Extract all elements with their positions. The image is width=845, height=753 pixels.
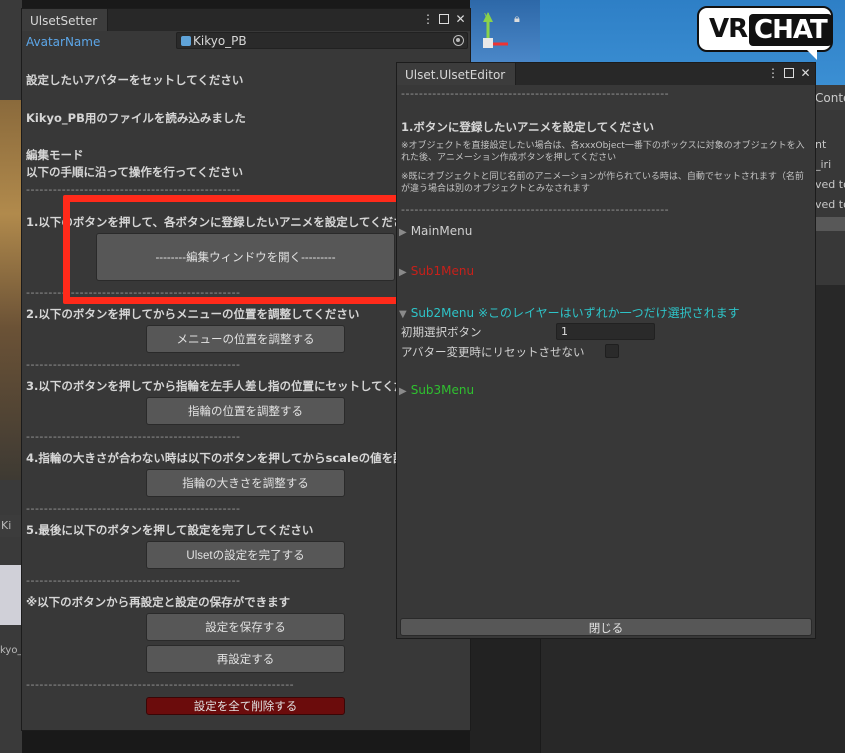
inspector-text-line: ved to	[815, 178, 845, 191]
initial-button-label: 初期選択ボタン	[401, 325, 482, 339]
close-icon[interactable]: ✕	[800, 66, 811, 80]
maximize-icon[interactable]	[784, 68, 794, 78]
collapsed-arrow-icon: ▶	[399, 386, 407, 397]
no-reset-label: アバター変更時にリセットさせない	[401, 345, 585, 359]
separator: ----------------------------------------…	[26, 502, 241, 515]
foldout-sub1-menu[interactable]: ▶ Sub1Menu	[399, 264, 474, 278]
sub2-layer-note: ※このレイヤーはいずれか一つだけ選択されます	[477, 306, 740, 320]
editor-heading: 1.ボタンに登録したいアニメを設定してください	[401, 120, 654, 134]
avatar-thumbnail[interactable]	[0, 565, 22, 625]
step3-text: 3.以下のボタンを押してから指輪を左手人差し指の位置にセットしてください	[26, 379, 429, 393]
more-options-icon[interactable]: ⋮	[767, 66, 779, 80]
adjust-menu-position-button[interactable]: メニューの位置を調整する	[146, 325, 345, 353]
scene-gizmo-icon[interactable]: y	[474, 10, 514, 55]
inspector-text-line: ved to	[815, 198, 845, 211]
separator: ----------------------------------------…	[26, 678, 295, 691]
foldout-sub2-menu[interactable]: ▼ Sub2Menu ※このレイヤーはいずれか一つだけ選択されます	[399, 304, 740, 321]
separator: ----------------------------------------…	[26, 430, 241, 443]
separator: ----------------------------------------…	[26, 574, 241, 587]
collapsed-arrow-icon: ▶	[399, 227, 407, 238]
step5-text: 5.最後に以下のボタンを押して設定を完了してください	[26, 523, 314, 537]
collapsed-arrow-icon: ▶	[399, 267, 407, 278]
window-tabbar: UlsetSetter ⋮ ✕	[22, 9, 470, 31]
initial-button-input[interactable]: 1	[556, 323, 655, 340]
tab-ulset-editor[interactable]: Ulset.UlsetEditor	[397, 63, 517, 85]
object-picker-icon[interactable]	[453, 35, 464, 46]
left-panel-tab[interactable]: Ki	[0, 515, 22, 537]
window-tabbar: Ulset.UlsetEditor ⋮ ✕	[397, 63, 815, 85]
file-loaded-message: Kikyo_PB用のファイルを読み込みました	[26, 111, 246, 125]
expanded-arrow-icon: ▼	[399, 309, 407, 320]
adjust-ring-size-button[interactable]: 指輪の大きさを調整する	[146, 469, 345, 497]
scene-view-left	[0, 100, 22, 480]
lock-icon[interactable]: 🔒︎	[514, 12, 526, 25]
inspector-text-line: nt	[815, 138, 827, 151]
inspector-text-line: _iri	[815, 158, 832, 171]
avatar-name-label: AvatarName	[26, 35, 101, 49]
follow-steps-text: 以下の手順に沿って操作を行ってください	[26, 165, 244, 179]
adjust-ring-position-button[interactable]: 指輪の位置を調整する	[146, 397, 345, 425]
ulset-editor-window: Ulset.UlsetEditor ⋮ ✕ ------------------…	[396, 62, 816, 639]
no-reset-checkbox[interactable]	[605, 344, 619, 358]
step2-text: 2.以下のボタンを押してからメニューの位置を調整してください	[26, 307, 360, 321]
resetup-note: ※以下のボタンから再設定と設定の保存ができます	[26, 595, 291, 609]
complete-setup-button[interactable]: Ulsetの設定を完了する	[146, 541, 345, 569]
save-settings-button[interactable]: 設定を保存する	[146, 613, 345, 641]
tab-content[interactable]: Conte	[811, 85, 845, 110]
inspector-button[interactable]	[815, 217, 845, 231]
reset-settings-button[interactable]: 再設定する	[146, 645, 345, 673]
avatar-object-value: Kikyo_PB	[193, 34, 247, 48]
set-avatar-prompt: 設定したいアバターをセットしてください	[26, 73, 244, 87]
vrchat-logo: VR CHAT	[697, 6, 833, 61]
svg-text:y: y	[484, 11, 490, 21]
foldout-sub3-menu[interactable]: ▶ Sub3Menu	[399, 383, 474, 397]
separator: ----------------------------------------…	[401, 203, 670, 216]
tab-ulset-setter[interactable]: UlsetSetter	[22, 9, 109, 31]
close-icon[interactable]: ✕	[455, 12, 466, 26]
avatar-thumbnail-label: kyo_	[0, 645, 22, 656]
delete-all-settings-button[interactable]: 設定を全て削除する	[146, 697, 345, 715]
close-button[interactable]: 閉じる	[400, 618, 812, 636]
maximize-icon[interactable]	[439, 14, 449, 24]
highlight-box	[63, 195, 414, 304]
editor-note-existing-animation: ※既にオブジェクトと同じ名前のアニメーションが作られている時は、自動でセットされ…	[401, 172, 804, 194]
step4-text: 4.指輪の大きさが合わない時は以下のボタンを押してからscaleの値を調整し	[26, 451, 428, 465]
editor-note-direct-object: ※オブジェクトを直接設定したい場合は、各xxxObject一番下のボックスに対象…	[401, 141, 805, 163]
foldout-main-menu[interactable]: ▶ MainMenu	[399, 224, 472, 238]
separator: ----------------------------------------…	[401, 87, 670, 100]
separator: ----------------------------------------…	[26, 358, 241, 371]
more-options-icon[interactable]: ⋮	[422, 12, 434, 26]
gameobject-icon	[181, 36, 191, 46]
edit-mode-heading: 編集モード	[26, 148, 84, 162]
avatar-object-field[interactable]: Kikyo_PB	[176, 32, 468, 49]
